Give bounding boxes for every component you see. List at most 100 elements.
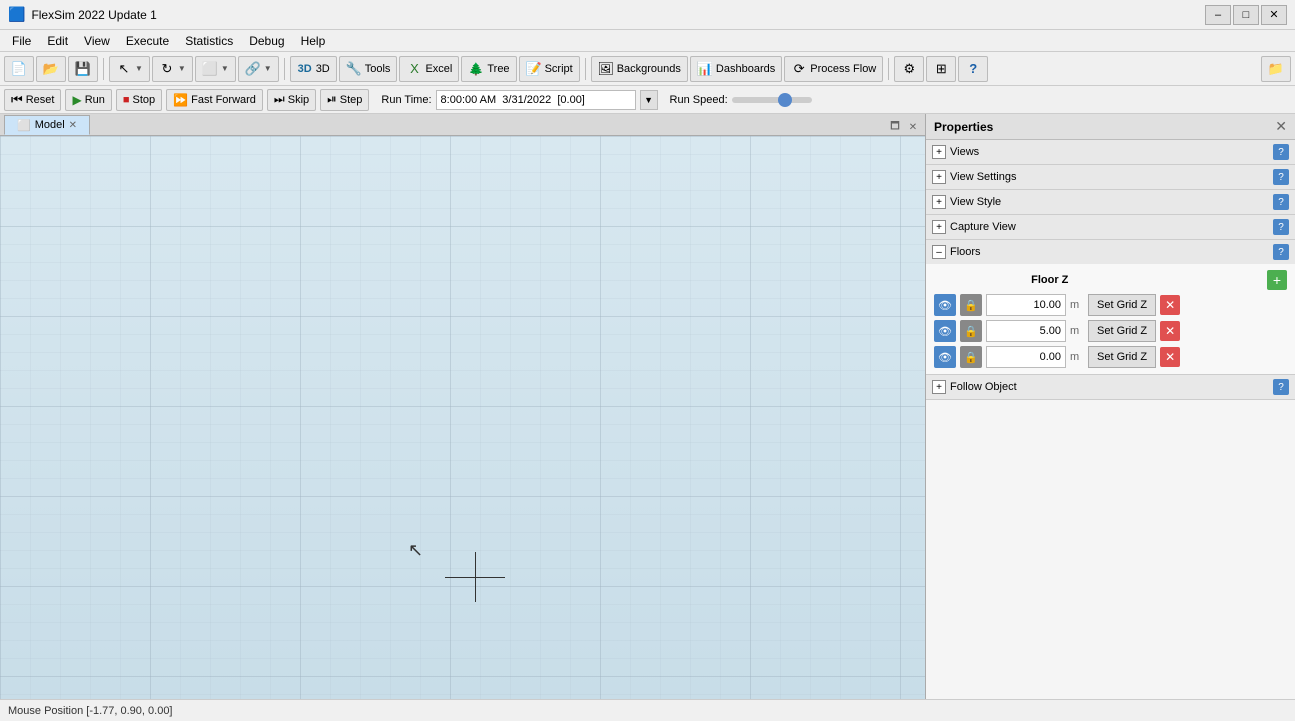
run-button[interactable]: ▶ Run xyxy=(65,89,111,111)
floor-3-value-input[interactable] xyxy=(986,346,1066,368)
runtime-dropdown-button[interactable]: ▼ xyxy=(640,90,658,110)
tab-close-button[interactable]: ✕ xyxy=(905,119,921,135)
floor-3-set-grid-z-button[interactable]: Set Grid Z xyxy=(1088,346,1156,368)
backgrounds-icon: 🖼 xyxy=(598,61,614,77)
connect-tool-button[interactable]: 🔗 ▼ xyxy=(238,56,279,82)
floors-expand-icon[interactable]: – xyxy=(932,245,946,259)
processflow-button[interactable]: ⟳ Process Flow xyxy=(784,56,883,82)
model-tab[interactable]: ⬜ Model ✕ xyxy=(4,115,90,135)
layout-button[interactable]: ⊞ xyxy=(926,56,956,82)
views-help-icon[interactable]: ? xyxy=(1273,144,1289,160)
menu-view[interactable]: View xyxy=(76,32,118,50)
floors-help-icon[interactable]: ? xyxy=(1273,244,1289,260)
floors-section: – Floors ? Floor Z + 👁 🔒 xyxy=(926,240,1295,375)
tree-button[interactable]: 🌲 Tree xyxy=(461,56,516,82)
view-style-help-icon[interactable]: ? xyxy=(1273,194,1289,210)
follow-object-expand-icon[interactable]: + xyxy=(932,380,946,394)
settings-button[interactable]: ⚙ xyxy=(894,56,924,82)
fastforward-button[interactable]: ⏩ Fast Forward xyxy=(166,89,263,111)
floor-1-lock-button[interactable]: 🔒 xyxy=(960,294,982,316)
minimize-button[interactable]: – xyxy=(1205,5,1231,25)
stop-label: Stop xyxy=(133,94,156,106)
open-folder-icon: 📁 xyxy=(1268,61,1284,77)
floor-row-2: 👁 🔒 m Set Grid Z ✕ xyxy=(930,318,1291,344)
tools-button[interactable]: 🔧 Tools xyxy=(339,56,398,82)
3d-icon: 3D xyxy=(297,61,313,77)
stop-button[interactable]: ■ Stop xyxy=(116,89,162,111)
floor-2-value-input[interactable] xyxy=(986,320,1066,342)
capture-view-header[interactable]: + Capture View ? xyxy=(926,215,1295,239)
save-button[interactable]: 💾 xyxy=(68,56,98,82)
menu-edit[interactable]: Edit xyxy=(39,32,76,50)
floor-3-delete-button[interactable]: ✕ xyxy=(1160,347,1180,367)
floor-2-eye-button[interactable]: 👁 xyxy=(934,320,956,342)
view-settings-label: View Settings xyxy=(950,171,1269,183)
close-button[interactable]: ✕ xyxy=(1261,5,1287,25)
follow-object-help-icon[interactable]: ? xyxy=(1273,379,1289,395)
view-settings-help-icon[interactable]: ? xyxy=(1273,169,1289,185)
floor-add-button[interactable]: + xyxy=(1267,270,1287,290)
model-tab-close-button[interactable]: ✕ xyxy=(69,120,77,131)
playback-bar: ⏮ Reset ▶ Run ■ Stop ⏩ Fast Forward ⏭ Sk… xyxy=(0,86,1295,114)
backgrounds-button[interactable]: 🖼 Backgrounds xyxy=(591,56,688,82)
menu-debug[interactable]: Debug xyxy=(241,32,292,50)
app-icon: 🟦 xyxy=(8,6,25,23)
floor-1-eye-button[interactable]: 👁 xyxy=(934,294,956,316)
excel-button[interactable]: X Excel xyxy=(399,56,459,82)
toolbar: 📄 📂 💾 ↖ ▼ ↻ ▼ ⬜ ▼ 🔗 ▼ 3D 3D 🔧 Tools X Ex… xyxy=(0,52,1295,86)
views-expand-icon[interactable]: + xyxy=(932,145,946,159)
floors-header[interactable]: – Floors ? xyxy=(926,240,1295,264)
view-settings-expand-icon[interactable]: + xyxy=(932,170,946,184)
floor-1-set-grid-z-button[interactable]: Set Grid Z xyxy=(1088,294,1156,316)
script-label: Script xyxy=(545,63,573,75)
select-tool-button[interactable]: ↖ ▼ xyxy=(109,56,150,82)
sep1 xyxy=(103,58,104,80)
menu-file[interactable]: File xyxy=(4,32,39,50)
floor-3-eye-button[interactable]: 👁 xyxy=(934,346,956,368)
tab-float-button[interactable]: 🗖 xyxy=(887,119,903,135)
run-label: Run xyxy=(85,94,105,106)
sep2 xyxy=(284,58,285,80)
floor-2-set-grid-z-button[interactable]: Set Grid Z xyxy=(1088,320,1156,342)
menu-execute[interactable]: Execute xyxy=(118,32,177,50)
script-button[interactable]: 📝 Script xyxy=(519,56,580,82)
runtime-input[interactable] xyxy=(436,90,636,110)
floor-1-value-input[interactable] xyxy=(986,294,1066,316)
help-button[interactable]: ? xyxy=(958,56,988,82)
viewport[interactable]: ↖ xyxy=(0,136,925,699)
floor-3-unit-label: m xyxy=(1070,351,1084,363)
run-icon: ▶ xyxy=(72,93,81,107)
follow-object-label: Follow Object xyxy=(950,381,1269,393)
3d-button[interactable]: 3D 3D xyxy=(290,56,337,82)
open-button[interactable]: 📂 xyxy=(36,56,66,82)
object-tool-button[interactable]: ⬜ ▼ xyxy=(195,56,236,82)
floor-2-delete-button[interactable]: ✕ xyxy=(1160,321,1180,341)
menu-help[interactable]: Help xyxy=(293,32,334,50)
floor-3-lock-button[interactable]: 🔒 xyxy=(960,346,982,368)
open-folder-button[interactable]: 📁 xyxy=(1261,56,1291,82)
select-icon: ↖ xyxy=(116,61,132,77)
help-icon: ? xyxy=(965,61,981,77)
view-style-expand-icon[interactable]: + xyxy=(932,195,946,209)
speed-slider[interactable] xyxy=(732,97,812,103)
rotate-dropdown-icon: ▼ xyxy=(178,64,186,73)
view-settings-header[interactable]: + View Settings ? xyxy=(926,165,1295,189)
properties-close-button[interactable]: ✕ xyxy=(1275,118,1287,135)
dashboards-button[interactable]: 📊 Dashboards xyxy=(690,56,782,82)
capture-view-expand-icon[interactable]: + xyxy=(932,220,946,234)
views-section-header[interactable]: + Views ? xyxy=(926,140,1295,164)
skip-button[interactable]: ⏭ Skip xyxy=(267,89,316,111)
capture-view-help-icon[interactable]: ? xyxy=(1273,219,1289,235)
select-dropdown-icon: ▼ xyxy=(135,64,143,73)
floors-column-header: Floor Z + xyxy=(930,268,1291,292)
maximize-button[interactable]: □ xyxy=(1233,5,1259,25)
menu-statistics[interactable]: Statistics xyxy=(177,32,241,50)
rotate-tool-button[interactable]: ↻ ▼ xyxy=(152,56,193,82)
floor-1-delete-button[interactable]: ✕ xyxy=(1160,295,1180,315)
new-button[interactable]: 📄 xyxy=(4,56,34,82)
floor-2-lock-button[interactable]: 🔒 xyxy=(960,320,982,342)
step-button[interactable]: ⏯ Step xyxy=(320,89,369,111)
view-style-header[interactable]: + View Style ? xyxy=(926,190,1295,214)
follow-object-header[interactable]: + Follow Object ? xyxy=(926,375,1295,399)
reset-button[interactable]: ⏮ Reset xyxy=(4,89,61,111)
